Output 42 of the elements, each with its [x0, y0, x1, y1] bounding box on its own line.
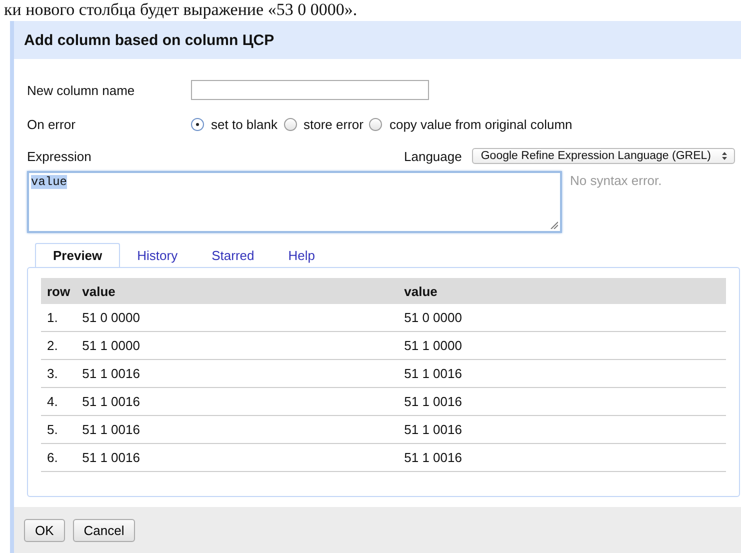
table-cell: 2.: [41, 332, 76, 360]
table-cell: 3.: [41, 360, 76, 388]
field-label: Expression: [27, 148, 92, 164]
table-cell: 51 0 0000: [76, 304, 398, 332]
table-cell: 51 1 0016: [76, 388, 398, 416]
radio-option[interactable]: copy value from original column: [369, 116, 572, 132]
resize-grip-icon: [550, 221, 558, 229]
table-cell: 51 1 0016: [76, 416, 398, 444]
field-label: Language: [404, 148, 462, 164]
tab[interactable]: History: [120, 243, 195, 268]
expression-field[interactable]: value: [27, 171, 562, 233]
tab[interactable]: Starred: [194, 243, 272, 268]
field-label: New column name: [27, 82, 136, 98]
table-cell: 4.: [41, 388, 76, 416]
column-header: value: [76, 278, 398, 304]
page-text: ки нового столбца будет выражение «53 0 0000».: [3, 0, 358, 21]
table-cell: 51 1 0016: [398, 388, 726, 416]
radio-option[interactable]: set to blank: [191, 116, 278, 132]
table-cell: 51 1 0016: [76, 444, 398, 472]
table-cell: 51 1 0000: [76, 332, 398, 360]
table-cell: 1.: [41, 304, 76, 332]
syntax-status: No syntax error.: [570, 172, 662, 190]
tab[interactable]: Help: [271, 243, 332, 268]
table-cell: 51 1 0016: [398, 444, 726, 472]
column-header: value: [398, 278, 726, 304]
column-header: row: [41, 278, 76, 304]
dialog-title: Add column based on column ЦСР: [24, 32, 274, 48]
table-cell: 51 1 0016: [398, 360, 726, 388]
updown-arrows-icon: [721, 151, 728, 161]
table-cell: 51 1 0000: [398, 332, 726, 360]
table-cell: 51 1 0016: [398, 416, 726, 444]
field-label: On error: [27, 116, 76, 132]
dialog-button[interactable]: Cancel: [72, 518, 136, 542]
tab[interactable]: Preview: [35, 243, 120, 268]
table-cell: 5.: [41, 416, 76, 444]
dialog-button[interactable]: OK: [24, 518, 65, 542]
language-dropdown[interactable]: Google Refine Expression Language (GREL): [472, 148, 735, 164]
radio-option[interactable]: store error: [284, 116, 364, 132]
table-cell: 51 1 0016: [76, 360, 398, 388]
table-cell: 51 0 0000: [398, 304, 726, 332]
input-field[interactable]: [191, 80, 429, 100]
table-cell: 6.: [41, 444, 76, 472]
